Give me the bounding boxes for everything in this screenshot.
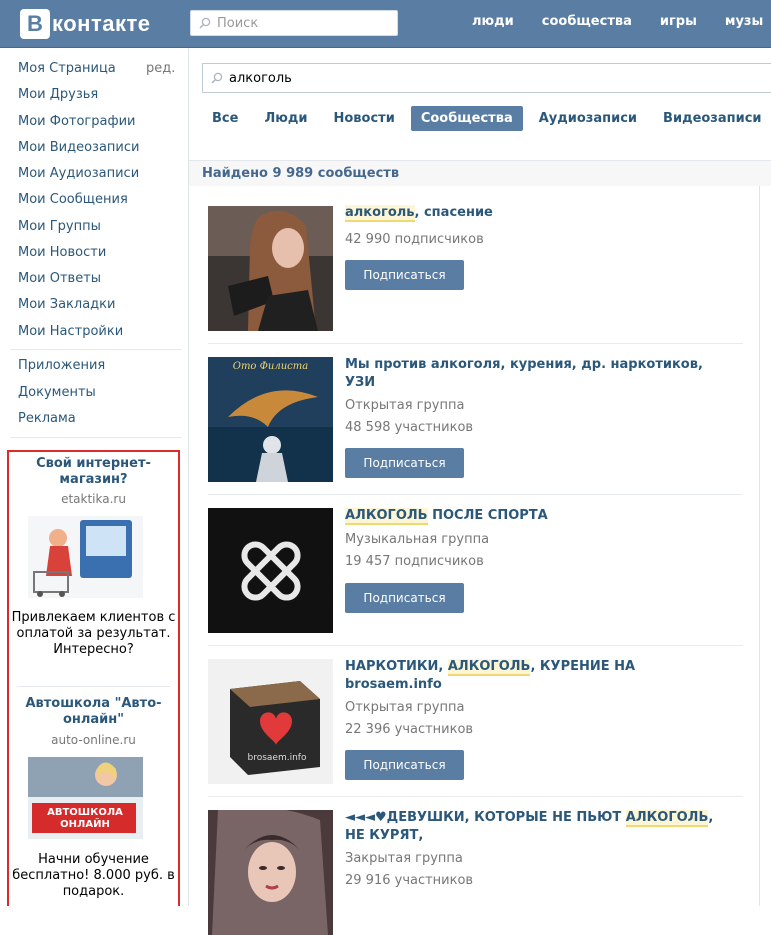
ad-title[interactable]: Автошкола "Авто-онлайн" — [9, 696, 178, 728]
title-part: НАРКОТИКИ, — [345, 659, 448, 674]
community-title[interactable]: Мы против алкоголя, курения, др. наркоти… — [345, 356, 735, 392]
ad-text: Начни обучение бесплатно! 8.000 руб. в п… — [12, 852, 175, 899]
community-title[interactable]: АЛКОГОЛЬ ПОСЛЕ СПОРТА — [345, 507, 705, 525]
community-title[interactable]: НАРКОТИКИ, АЛКОГОЛЬ, КУРЕНИЕ НА brosaem.i… — [345, 658, 735, 694]
ad-shop-image[interactable] — [28, 516, 143, 598]
sidebar-divider — [10, 349, 182, 350]
ad-image-caption: АВТОШКОЛА ОНЛАЙН — [47, 807, 123, 830]
title-line: УЗИ — [345, 375, 376, 390]
sidebar-item-apps[interactable]: Приложения — [18, 358, 105, 373]
nav-games[interactable]: игры — [660, 14, 697, 29]
vk-logo-letter: В — [20, 9, 50, 39]
sidebar-divider — [10, 437, 182, 438]
ad-title[interactable]: Свой интернет-магазин? — [9, 456, 178, 488]
sidebar-item-settings[interactable]: Мои Настройки — [18, 324, 123, 339]
sidebar-item-news[interactable]: Мои Новости — [18, 245, 106, 260]
result-divider — [208, 645, 743, 646]
search-icon — [199, 17, 211, 29]
ad-block: Свой интернет-магазин? etaktika.ru Привл… — [7, 450, 180, 906]
community-avatar[interactable]: brosaem.info — [208, 659, 333, 784]
sidebar-item-ads[interactable]: Реклама — [18, 411, 76, 426]
avatar-caption: brosaem.info — [247, 753, 307, 763]
community-avatar[interactable]: Ото Филиста — [208, 357, 333, 482]
sidebar-edit-link[interactable]: ред. — [146, 61, 175, 76]
sidebar-item-photos[interactable]: Мои Фотографии — [18, 114, 135, 129]
ad-domain: etaktika.ru — [61, 492, 126, 506]
title-rest: , спасение — [414, 205, 493, 220]
sidebar-item-audio[interactable]: Мои Аудиозаписи — [18, 166, 139, 181]
title-part: , КУРЕНИЕ НА — [530, 659, 636, 674]
results-count: Найдено 9 989 сообществ — [202, 166, 400, 181]
community-avatar[interactable] — [208, 810, 333, 935]
sidebar-item-my-page[interactable]: Моя Страница — [18, 61, 116, 76]
community-title[interactable]: алкоголь, спасение — [345, 204, 705, 222]
tab-video[interactable]: Видеозаписи — [653, 106, 771, 131]
search-input[interactable] — [229, 70, 629, 86]
tab-audio[interactable]: Аудиозаписи — [529, 106, 647, 131]
content-border — [759, 186, 760, 906]
sidebar-item-groups[interactable]: Мои Группы — [18, 219, 101, 234]
nav-communities[interactable]: сообщества — [542, 14, 632, 29]
community-type: Открытая группа — [345, 398, 465, 413]
community-members: 22 396 участников — [345, 722, 474, 737]
sidebar-item-messages[interactable]: Мои Сообщения — [18, 192, 128, 207]
community-type: Музыкальная группа — [345, 532, 490, 547]
tab-people[interactable]: Люди — [254, 106, 317, 131]
subscribe-button[interactable]: Подписаться — [345, 750, 464, 780]
title-highlight: АЛКОГОЛЬ — [447, 659, 531, 676]
title-rest: ПОСЛЕ СПОРТА — [427, 508, 548, 523]
community-avatar-art — [208, 659, 333, 784]
ad-domain: auto-online.ru — [51, 733, 136, 747]
community-members: 19 457 подписчиков — [345, 554, 484, 569]
community-avatar[interactable] — [208, 206, 333, 331]
sidebar-item-bookmarks[interactable]: Мои Закладки — [18, 297, 115, 312]
title-line: Мы против алкоголя, курения, др. наркоти… — [345, 357, 703, 372]
top-nav: люди сообщества игры музы — [472, 14, 771, 29]
title-part: , — [708, 810, 714, 825]
community-type: Закрытая группа — [345, 851, 463, 866]
subscribe-button[interactable]: Подписаться — [345, 583, 464, 613]
tab-all[interactable]: Все — [202, 106, 248, 131]
ad-divider — [17, 686, 170, 687]
header-search-placeholder: Поиск — [217, 15, 259, 31]
title-part: ◄◄◄♥ДЕВУШКИ, КОТОРЫЕ НЕ ПЬЮТ — [345, 810, 626, 825]
title-line: brosaem.info — [345, 677, 442, 692]
search-query-field[interactable] — [202, 63, 771, 93]
title-highlight: АЛКОГОЛЬ — [345, 508, 428, 525]
search-icon — [211, 72, 223, 84]
title-highlight: АЛКОГОЛЬ — [625, 810, 709, 827]
community-title[interactable]: ◄◄◄♥ДЕВУШКИ, КОТОРЫЕ НЕ ПЬЮТ АЛКОГОЛЬ, НЕ… — [345, 809, 735, 845]
sidebar-item-videos[interactable]: Мои Видеозаписи — [18, 140, 139, 155]
header-search-input[interactable]: Поиск — [190, 10, 398, 36]
title-highlight: алкоголь — [345, 205, 415, 222]
vk-logo-text: контакте — [52, 11, 151, 36]
ad-driving-school-image[interactable]: АВТОШКОЛА ОНЛАЙН — [28, 757, 143, 839]
community-avatar-art — [208, 357, 333, 482]
community-type: Открытая группа — [345, 700, 465, 715]
ad-text: Привлекаем клиентов с оплатой за результ… — [11, 610, 176, 657]
vk-logo[interactable]: В контакте — [20, 9, 150, 39]
sidebar-item-friends[interactable]: Мои Друзья — [18, 87, 98, 102]
sidebar-item-documents[interactable]: Документы — [18, 385, 96, 400]
tab-communities[interactable]: Сообщества — [410, 106, 523, 131]
nav-music[interactable]: музы — [725, 14, 763, 29]
community-members: 29 916 участников — [345, 873, 474, 888]
subscribe-button[interactable]: Подписаться — [345, 448, 464, 478]
result-divider — [208, 343, 743, 344]
tab-news[interactable]: Новости — [323, 106, 404, 131]
avatar-caption: Ото Филиста — [232, 361, 309, 372]
title-line: НЕ КУРЯТ, — [345, 828, 424, 843]
results-summary-bar: Найдено 9 989 сообществ — [189, 160, 771, 186]
nav-people[interactable]: люди — [472, 14, 514, 29]
sidebar-item-answers[interactable]: Мои Ответы — [18, 271, 101, 286]
community-members: 48 598 участников — [345, 420, 474, 435]
community-avatar[interactable] — [208, 508, 333, 633]
community-members: 42 990 подписчиков — [345, 232, 484, 247]
result-divider — [208, 494, 743, 495]
result-divider — [208, 796, 743, 797]
search-tabs: Все Люди Новости Сообщества Аудиозаписи … — [202, 106, 771, 131]
top-header: В контакте Поиск люди сообщества игры му… — [0, 0, 771, 48]
subscribe-button[interactable]: Подписаться — [345, 260, 464, 290]
